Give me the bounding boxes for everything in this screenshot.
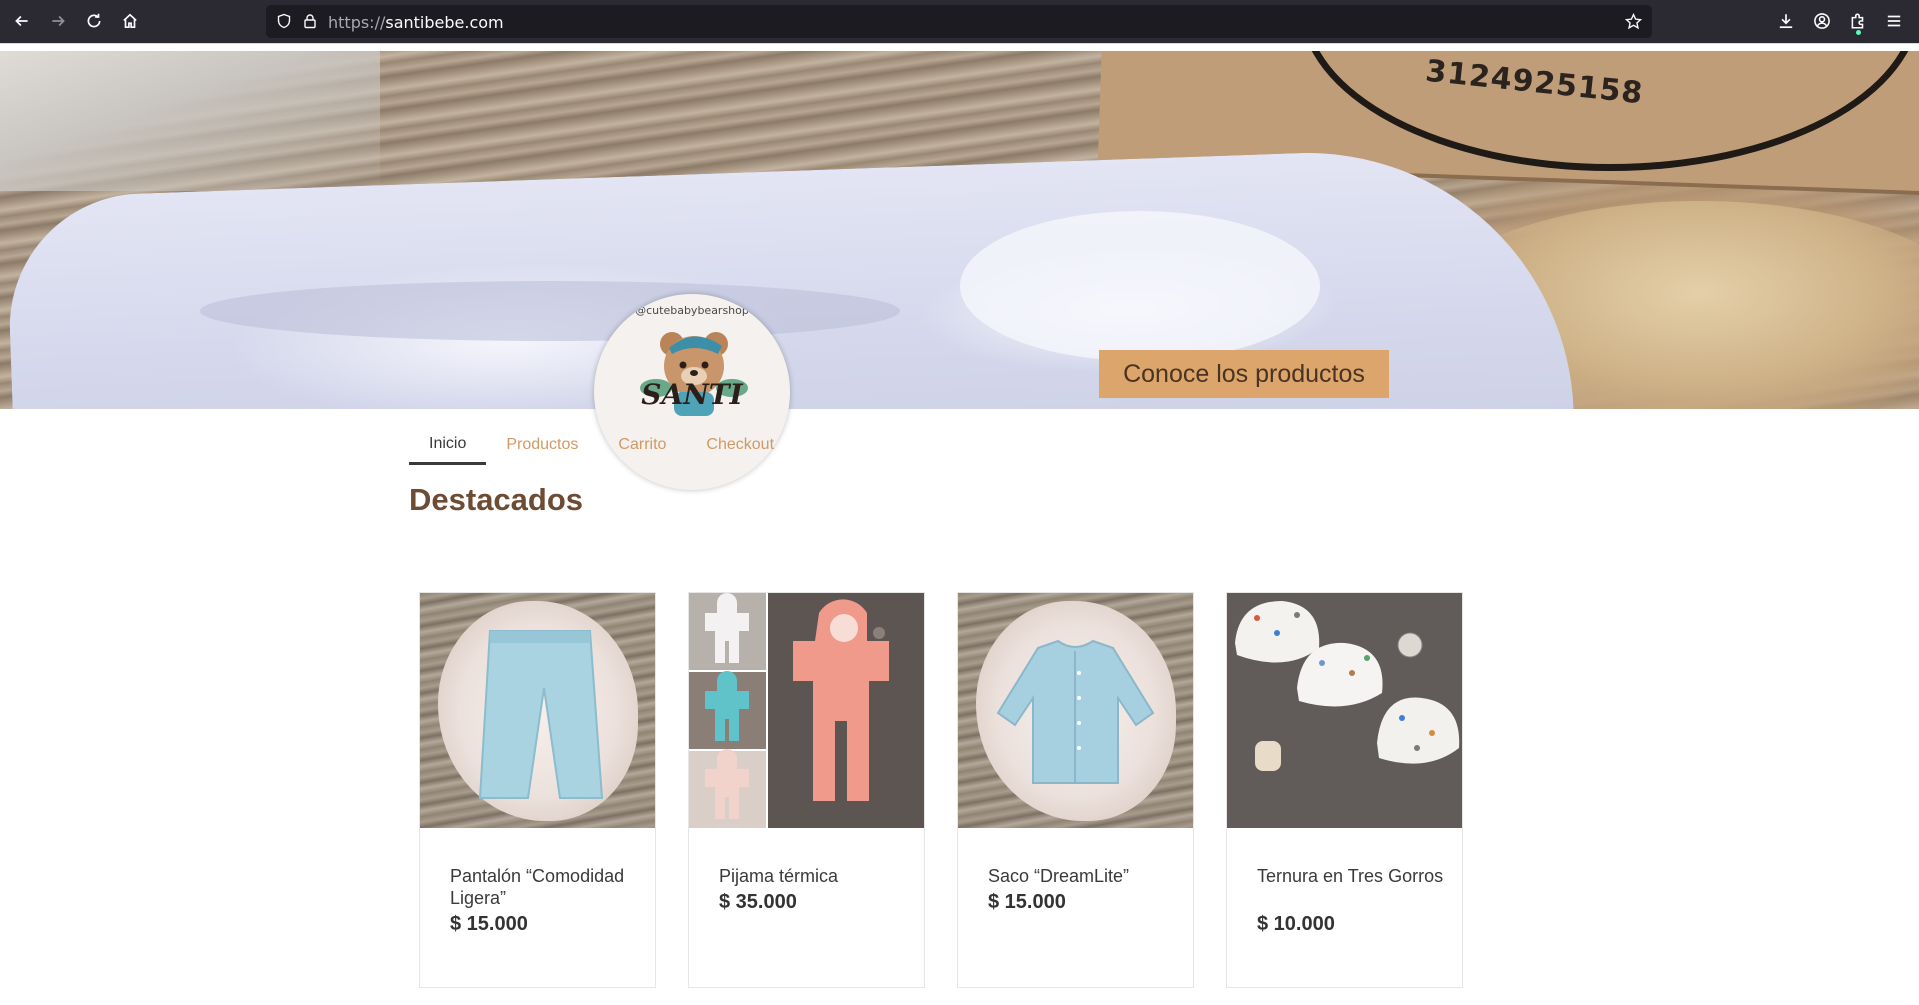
reload-icon [87, 13, 101, 28]
main-nav-tabs: Inicio Productos Carrito Checkout [409, 425, 794, 465]
bookmark-star-icon[interactable] [1624, 12, 1643, 35]
logo-handle: @cutebabybearshop [635, 304, 749, 317]
extensions-button[interactable] [1840, 3, 1876, 39]
back-button[interactable] [4, 3, 40, 39]
account-button[interactable] [1804, 3, 1840, 39]
baby-hats-icon [1235, 601, 1460, 771]
product-card[interactable]: Pijama térmica $ 35.000 [688, 592, 925, 988]
forward-arrow-icon [52, 15, 65, 27]
extensions-icon [1851, 13, 1864, 29]
hero-cloth-fold [200, 281, 900, 341]
product-image[interactable] [1227, 593, 1462, 828]
tab-checkout[interactable]: Checkout [686, 425, 794, 465]
tab-productos[interactable]: Productos [486, 425, 598, 465]
product-card[interactable]: Saco “DreamLite” $ 15.000 [957, 592, 1194, 988]
menu-icon [1887, 15, 1901, 27]
account-icon [1814, 13, 1830, 29]
baby-pants-icon [478, 630, 604, 799]
product-name[interactable]: Pijama térmica [719, 865, 909, 887]
thermal-pajama-collage-icon [689, 593, 924, 828]
tab-inicio[interactable]: Inicio [409, 425, 487, 465]
download-icon [1779, 14, 1793, 29]
baby-sweater-icon [996, 639, 1155, 784]
address-bar[interactable]: https://santibebe.com [266, 5, 1652, 38]
hero-mittens [960, 211, 1320, 361]
product-card[interactable]: Pantalón “Comodidad Ligera” $ 15.000 [419, 592, 656, 988]
product-price: $ 15.000 [988, 891, 1066, 913]
page-top-strip [0, 43, 1919, 51]
logo-name: SANTI [641, 378, 743, 411]
product-price: $ 15.000 [450, 913, 528, 935]
lock-icon[interactable] [302, 13, 318, 34]
section-title: Destacados [409, 482, 584, 517]
url-text[interactable]: https://santibebe.com [328, 13, 504, 32]
product-image[interactable] [420, 593, 655, 828]
product-name[interactable]: Saco “DreamLite” [988, 865, 1178, 887]
product-name[interactable]: Pantalón “Comodidad Ligera” [450, 865, 640, 909]
app-menu-button[interactable] [1876, 3, 1912, 39]
hero-banner: 3124925158 [0, 51, 1919, 409]
home-button[interactable] [112, 3, 148, 39]
browser-toolbar: https://santibebe.com [0, 0, 1919, 43]
product-image[interactable] [958, 593, 1193, 828]
product-price: $ 35.000 [719, 891, 797, 913]
product-name[interactable]: Ternura en Tres Gorros [1257, 865, 1447, 887]
tab-carrito[interactable]: Carrito [598, 425, 686, 465]
url-host: santibebe.com [385, 13, 504, 32]
product-image[interactable] [689, 593, 924, 828]
url-scheme: https:// [328, 13, 386, 32]
downloads-button[interactable] [1768, 3, 1804, 39]
back-arrow-icon [15, 15, 28, 27]
reload-button[interactable] [76, 3, 112, 39]
explore-products-button[interactable]: Conoce los productos [1099, 350, 1389, 398]
forward-button[interactable] [40, 3, 76, 39]
product-card[interactable]: Ternura en Tres Gorros $ 10.000 [1226, 592, 1463, 988]
product-price: $ 10.000 [1257, 913, 1335, 935]
home-icon [123, 13, 137, 29]
shield-icon[interactable] [276, 13, 292, 34]
extension-badge [1856, 30, 1861, 35]
hero-marble-surface [0, 51, 380, 191]
